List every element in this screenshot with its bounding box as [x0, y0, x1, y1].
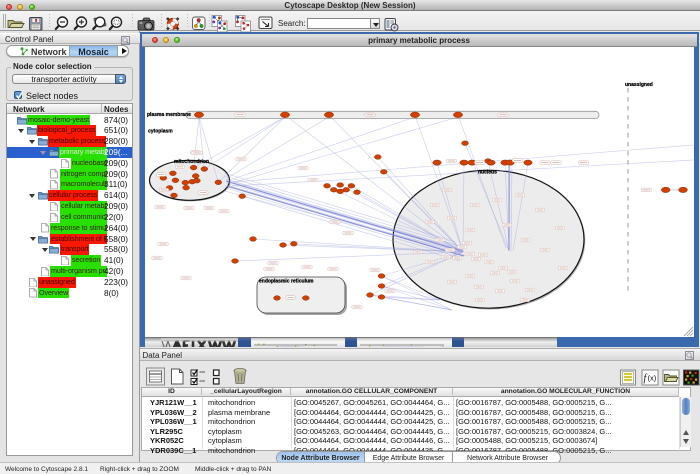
svg-text:(x): (x)	[647, 374, 656, 383]
svg-text:cytoplasm: cytoplasm	[148, 129, 173, 135]
svg-text:unassigned: unassigned	[625, 82, 653, 88]
svg-text:nucleus: nucleus	[478, 170, 497, 176]
svg-text:mitochondrion: mitochondrion	[174, 159, 209, 165]
svg-text:plasma membrane: plasma membrane	[147, 112, 191, 118]
svg-text:endoplasmic reticulum: endoplasmic reticulum	[259, 279, 314, 285]
